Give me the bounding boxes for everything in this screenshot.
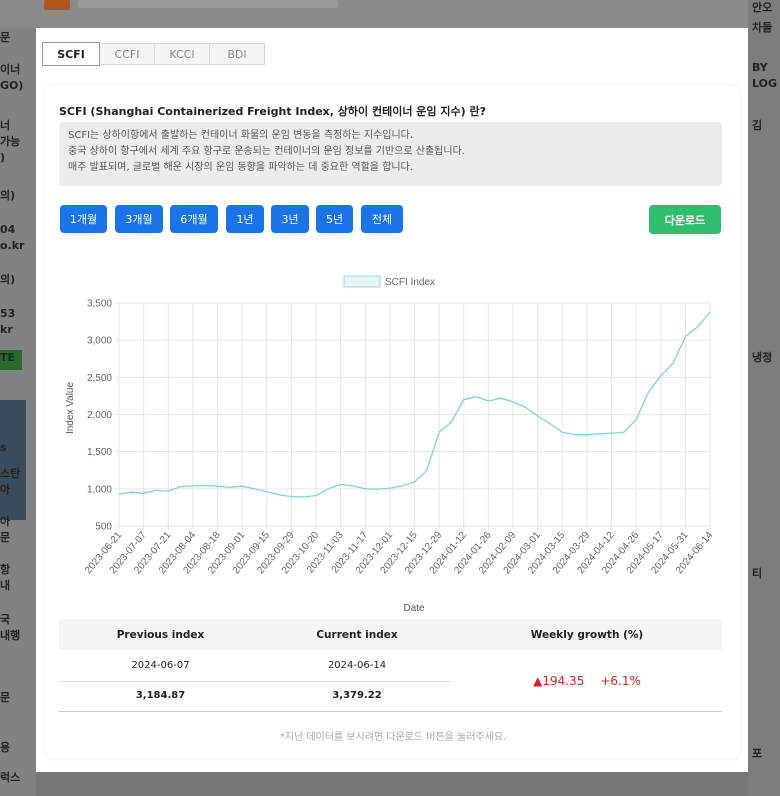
- background-left-text: 04 o.kr: [0, 223, 25, 252]
- y-tick-label: 2,500: [87, 373, 112, 384]
- y-tick-label: 1,500: [87, 447, 112, 458]
- background-left-panel: [0, 400, 26, 520]
- footnote: *지난 데이터를 보시려면 다운로드 버튼을 눌러주세요.: [279, 732, 507, 743]
- scfi-line-chart: 5001,0001,5002,0002,5003,0003,500 2023-0…: [65, 275, 716, 614]
- index-tabs: SCFI CCFI KCCI BDI: [42, 42, 265, 66]
- background-left-text: 의): [0, 189, 16, 202]
- y-tick-label: 1,000: [87, 484, 112, 495]
- table-header: Previous index Current index Weekly grow…: [59, 619, 722, 650]
- info-description-line: 중국 상하이 항구에서 세계 주요 항구로 운송되는 컨테이너의 운임 정보를 …: [68, 146, 465, 157]
- index-card: SCFI (Shanghai Containerized Freight Ind…: [46, 86, 740, 758]
- tab-kcci[interactable]: KCCI: [154, 43, 210, 65]
- y-tick-label: 3,500: [87, 299, 112, 310]
- background-right-text: 냉정: [752, 351, 773, 364]
- background-left-text: 용: [0, 741, 11, 754]
- y-tick-label: 2,000: [87, 410, 112, 421]
- tab-scfi[interactable]: SCFI: [42, 42, 100, 66]
- current-value: 3,379.22: [332, 689, 382, 701]
- y-tick-label: 3,000: [87, 336, 112, 347]
- y-tick-label: 500: [95, 522, 112, 533]
- background-right-text: 안오: [752, 1, 773, 14]
- background-left-text: 문: [0, 31, 11, 44]
- header-previous-index: Previous index: [116, 628, 205, 641]
- header-current-index: Current index: [316, 628, 398, 641]
- background-left-text: TE: [0, 351, 16, 364]
- x-axis-label: Date: [403, 603, 425, 614]
- download-button[interactable]: 다운로드: [649, 205, 721, 234]
- range-all-button[interactable]: 전체: [361, 205, 403, 233]
- background-left-text: 문: [0, 691, 11, 704]
- background-left-text: 의): [0, 273, 16, 286]
- range-3y-button[interactable]: 3년: [271, 205, 309, 233]
- range-5y-button[interactable]: 5년: [316, 205, 353, 233]
- background-right-text: BY LOG: [752, 61, 777, 90]
- tab-ccfi[interactable]: CCFI: [99, 43, 155, 65]
- background-left-text: 53 kr: [0, 307, 16, 336]
- background-left-text: 이너 GO): [0, 63, 24, 92]
- growth-percent: +6.1%: [600, 673, 641, 688]
- background-tag: [44, 0, 70, 10]
- y-axis-label: Index Value: [65, 382, 76, 435]
- background-right-text: 차들: [752, 21, 773, 34]
- weekly-growth-cell: ▲194.35 +6.1%: [452, 650, 722, 711]
- background-left-text: 항 내: [0, 563, 11, 592]
- background-left-text: 국 내행: [0, 613, 21, 642]
- row-divider: [59, 681, 451, 682]
- scfi-modal: SCFI CCFI KCCI BDI SCFI (Shanghai Contai…: [36, 28, 748, 772]
- tab-bdi[interactable]: BDI: [209, 43, 265, 65]
- background-headline: [78, 0, 338, 8]
- range-6m-button[interactable]: 6개월: [170, 205, 218, 233]
- legend-label: SCFI Index: [385, 277, 435, 288]
- background-right-text: 포: [752, 747, 763, 760]
- background-right-text: 김: [752, 119, 763, 132]
- range-3m-button[interactable]: 3개월: [115, 205, 163, 233]
- previous-date: 2024-06-07: [131, 659, 190, 671]
- background-left-text: s: [0, 441, 7, 454]
- background-left-text: 아 문: [0, 515, 11, 544]
- growth-absolute: ▲194.35: [533, 673, 585, 688]
- info-description-line: 매주 발표되며, 글로벌 해운 시장의 운임 동향을 파악하는 데 중요한 역할…: [68, 162, 413, 173]
- info-title: SCFI (Shanghai Containerized Freight Ind…: [59, 105, 486, 118]
- header-weekly-growth: Weekly growth (%): [530, 628, 644, 641]
- current-date: 2024-06-14: [327, 659, 387, 671]
- table-bottom-border: [59, 711, 722, 712]
- legend-swatch: [343, 275, 381, 288]
- background-left-text: 너 가능 ): [0, 119, 21, 164]
- info-description-line: SCFI는 상하이항에서 출발하는 컨테이너 화물의 운임 변동을 측정하는 지…: [68, 130, 414, 141]
- range-1m-button[interactable]: 1개월: [60, 205, 107, 233]
- range-1y-button[interactable]: 1년: [226, 205, 264, 233]
- background-right-text: 티: [752, 567, 763, 580]
- background-left-text: 럭스: [0, 771, 21, 784]
- background-left-text: 스탄 아: [0, 467, 21, 496]
- previous-value: 3,184.87: [135, 689, 186, 701]
- index-summary-table: Previous index Current index Weekly grow…: [59, 619, 722, 712]
- info-description: SCFI는 상하이항에서 출발하는 컨테이너 화물의 운임 변동을 측정하는 지…: [59, 122, 722, 186]
